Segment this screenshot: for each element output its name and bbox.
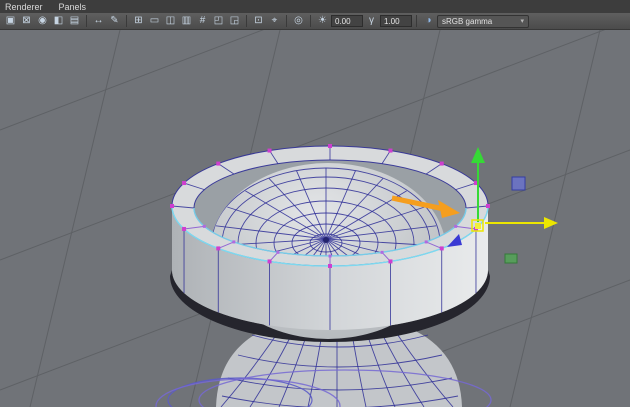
rim-vertex bbox=[170, 204, 174, 208]
dome-pole-vertex bbox=[323, 237, 329, 243]
gamma-icon[interactable]: γ bbox=[364, 14, 379, 28]
grease-pencil-icon[interactable]: ✎ bbox=[107, 14, 122, 28]
inner-rim-vertex bbox=[380, 250, 384, 254]
inner-rim-vertex bbox=[202, 224, 206, 228]
grid-line bbox=[29, 30, 121, 407]
toolbar-icon-group: ▣ ⊠ ◉ ◧ ▤ ↔ ✎ ⊞ ▭ ◫ ▥ # ◰ ◲ ⊡ ⌖ ◎ bbox=[3, 14, 306, 28]
rim-vertex bbox=[486, 204, 490, 208]
color-management-icon[interactable]: ◑ bbox=[421, 14, 436, 28]
isolate-select-icon[interactable]: ◎ bbox=[291, 14, 306, 28]
menu-renderer[interactable]: Renderer bbox=[5, 2, 43, 12]
field-chart-icon[interactable]: # bbox=[195, 14, 210, 28]
toolbar-separator bbox=[310, 15, 311, 27]
resolution-gate-icon[interactable]: ◫ bbox=[163, 14, 178, 28]
rim-vertex bbox=[328, 144, 332, 148]
frame-all-icon[interactable]: ⊡ bbox=[251, 14, 266, 28]
gamma-field[interactable]: 1.00 bbox=[380, 15, 412, 27]
lock-camera-icon[interactable]: ⊠ bbox=[19, 14, 34, 28]
blue-handle[interactable] bbox=[511, 176, 526, 191]
rim-vertex bbox=[388, 148, 393, 153]
rim-vertex bbox=[216, 246, 221, 251]
two-d-pan-zoom-icon[interactable]: ↔ bbox=[91, 14, 106, 28]
inner-rim-vertex bbox=[276, 250, 280, 254]
selected-vertex[interactable] bbox=[475, 223, 481, 229]
grid-line bbox=[509, 30, 601, 407]
safe-title-icon[interactable]: ◲ bbox=[227, 14, 242, 28]
rim-vertex bbox=[388, 259, 393, 264]
rim-vertex bbox=[267, 259, 272, 264]
panel-menubar: Renderer Panels bbox=[0, 0, 630, 13]
toolbar-separator bbox=[286, 15, 287, 27]
rim-vertex bbox=[267, 148, 272, 153]
viewport-scene bbox=[0, 30, 630, 407]
axis-x-arrowhead-icon[interactable] bbox=[544, 217, 558, 229]
inner-rim-vertex bbox=[328, 254, 332, 258]
rim-vertex bbox=[328, 264, 332, 268]
camera-attributes-icon[interactable]: ◉ bbox=[35, 14, 50, 28]
toolbar-separator bbox=[416, 15, 417, 27]
rim-vertex bbox=[439, 161, 444, 166]
rim-vertex bbox=[182, 181, 187, 186]
exposure-icon[interactable]: ☀ bbox=[315, 14, 330, 28]
rim-vertex bbox=[439, 246, 444, 251]
gate-mask-icon[interactable]: ▥ bbox=[179, 14, 194, 28]
panel-toolbar: ▣ ⊠ ◉ ◧ ▤ ↔ ✎ ⊞ ▭ ◫ ▥ # ◰ ◲ ⊡ ⌖ ◎ ☀ 0.00 γ 1.00 ◑ sRGB g… bbox=[0, 13, 630, 30]
view-transform-dropdown[interactable]: sRGB gamma ▾ bbox=[437, 14, 529, 28]
view-transform-value: sRGB gamma bbox=[442, 16, 493, 26]
exposure-field[interactable]: 0.00 bbox=[331, 15, 363, 27]
menu-panels[interactable]: Panels bbox=[59, 2, 87, 12]
toolbar-separator bbox=[126, 15, 127, 27]
toolbar-separator bbox=[86, 15, 87, 27]
bookmarks-icon[interactable]: ◧ bbox=[51, 14, 66, 28]
frame-selection-icon[interactable]: ⌖ bbox=[267, 14, 282, 28]
film-gate-icon[interactable]: ▭ bbox=[147, 14, 162, 28]
viewport-3d[interactable] bbox=[0, 30, 630, 407]
grid-line bbox=[0, 30, 264, 131]
chevron-down-icon: ▾ bbox=[520, 18, 524, 25]
select-camera-icon[interactable]: ▣ bbox=[3, 14, 18, 28]
inner-rim-vertex bbox=[232, 240, 236, 244]
grid-icon[interactable]: ⊞ bbox=[131, 14, 146, 28]
inner-rim-vertex bbox=[454, 224, 458, 228]
rim-vertex bbox=[182, 226, 187, 231]
inner-rim-vertex bbox=[424, 240, 428, 244]
toolbar-separator bbox=[246, 15, 247, 27]
rim-vertex bbox=[216, 161, 221, 166]
image-plane-icon[interactable]: ▤ bbox=[67, 14, 82, 28]
maya-viewport-panel: Renderer Panels ▣ ⊠ ◉ ◧ ▤ ↔ ✎ ⊞ ▭ ◫ ▥ # ◰ ◲ ⊡ ⌖ ◎ ☀ 0.00… bbox=[0, 0, 630, 407]
axis-y-arrowhead-icon[interactable] bbox=[471, 147, 485, 163]
safe-action-icon[interactable]: ◰ bbox=[211, 14, 226, 28]
green-handle[interactable] bbox=[504, 253, 518, 264]
